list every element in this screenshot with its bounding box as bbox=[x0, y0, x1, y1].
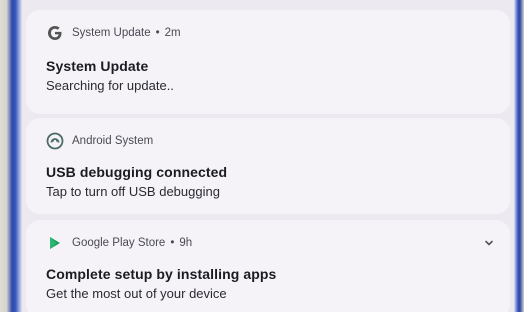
header-separator: • bbox=[155, 27, 160, 39]
header-separator: • bbox=[170, 237, 175, 249]
notification-text: Searching for update.. bbox=[46, 78, 174, 93]
phone-frame-left bbox=[0, 0, 22, 312]
phone-frame-right bbox=[514, 0, 524, 312]
notification-time: 2m bbox=[164, 27, 181, 39]
notification-title: USB debugging connected bbox=[46, 164, 228, 180]
play-store-icon bbox=[46, 234, 64, 252]
notification-text: Tap to turn off USB debugging bbox=[46, 184, 220, 199]
notification-text: Get the most out of your device bbox=[46, 286, 227, 301]
notification-header: Android System bbox=[46, 130, 492, 152]
notification-header: Google Play Store • 9h bbox=[46, 232, 492, 254]
chevron-down-icon[interactable] bbox=[482, 236, 496, 250]
notification-app-name: Android System bbox=[72, 135, 154, 147]
notification-play-store[interactable]: Google Play Store • 9h Complete setup by… bbox=[26, 220, 510, 312]
android-system-icon bbox=[46, 132, 64, 150]
notification-usb-debugging[interactable]: Android System USB debugging connected T… bbox=[26, 118, 510, 214]
notification-app-name: Google Play Store bbox=[72, 237, 166, 249]
notification-title: Complete setup by installing apps bbox=[46, 266, 277, 282]
notification-title: System Update bbox=[46, 58, 149, 74]
notification-header: System Update • 2m bbox=[46, 22, 492, 44]
notification-system-update[interactable]: System Update • 2m System Update Searchi… bbox=[26, 10, 510, 114]
notification-app-name: System Update bbox=[72, 27, 151, 39]
google-g-icon bbox=[46, 24, 64, 42]
notification-time: 9h bbox=[179, 237, 193, 249]
